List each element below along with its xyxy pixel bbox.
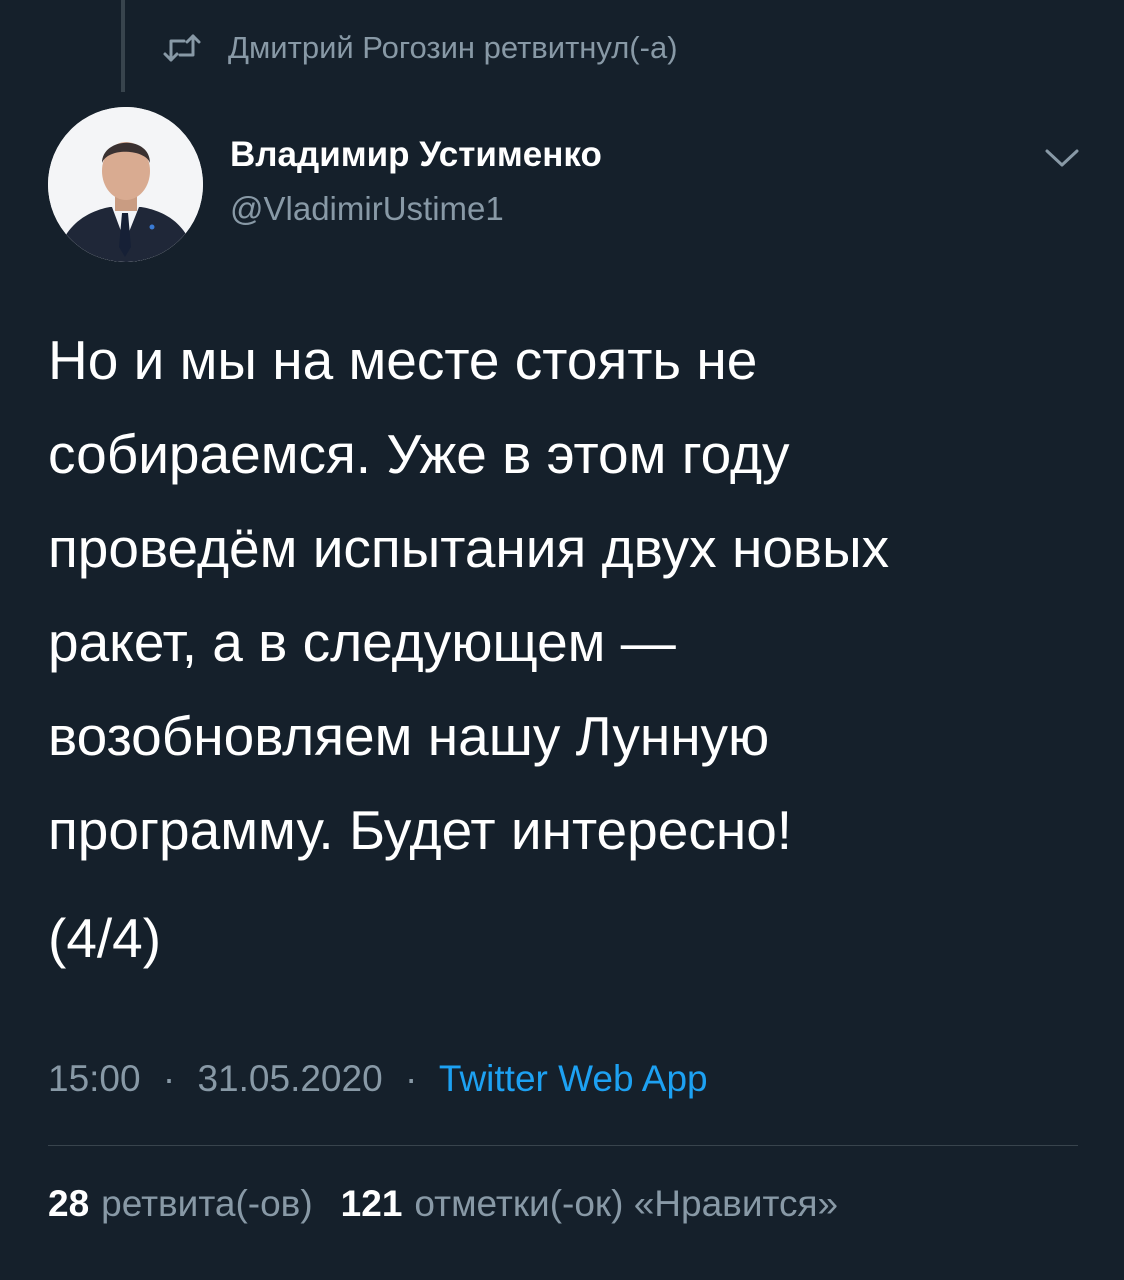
author-name[interactable]: Владимир Устименко (230, 135, 602, 175)
thread-connector-line (121, 0, 125, 92)
tweet-date[interactable]: 31.05.2020 (197, 1058, 382, 1099)
tweet-thread-counter: (4/4) (48, 907, 162, 969)
retweets-stat[interactable]: 28 ретвита(-ов) (48, 1183, 313, 1224)
tweet-stats: 28 ретвита(-ов) 121 отметки(-ок) «Нравится» (48, 1183, 866, 1225)
tweet-text: Но и мы на месте стоять не собираемся. У… (48, 329, 890, 861)
retweets-label: ретвита(-ов) (101, 1183, 313, 1224)
divider (48, 1145, 1078, 1146)
author-handle[interactable]: @VladimirUstime1 (230, 190, 504, 228)
likes-count: 121 (340, 1183, 403, 1224)
avatar[interactable] (48, 107, 203, 262)
retweet-icon (160, 30, 204, 66)
likes-label: отметки(-ок) «Нравится» (414, 1183, 839, 1224)
meta-separator: · (162, 1058, 176, 1099)
tweet-source-link[interactable]: Twitter Web App (439, 1058, 708, 1099)
likes-stat[interactable]: 121 отметки(-ок) «Нравится» (341, 1183, 838, 1224)
meta-separator: · (404, 1058, 418, 1099)
tweet-menu-button[interactable] (1040, 140, 1084, 180)
retweet-context[interactable]: Дмитрий Рогозин ретвитнул(-а) (160, 26, 678, 70)
retweets-count: 28 (48, 1183, 90, 1224)
retweet-context-text: Дмитрий Рогозин ретвитнул(-а) (228, 30, 678, 65)
tweet-meta: 15:00 · 31.05.2020 · Twitter Web App (48, 1058, 708, 1100)
chevron-down-icon (1044, 147, 1080, 174)
tweet-time[interactable]: 15:00 (48, 1058, 141, 1099)
